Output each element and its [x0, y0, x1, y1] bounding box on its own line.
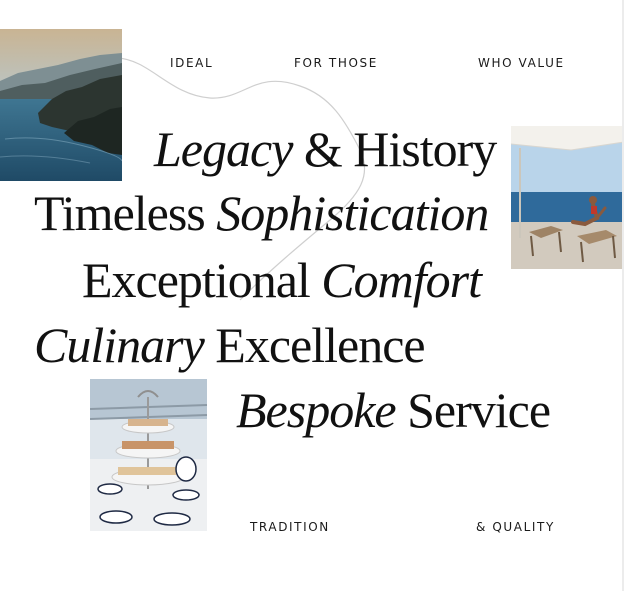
coastline-cliffs-image: [0, 29, 122, 181]
value-plain-word: Exceptional: [82, 252, 311, 308]
value-line-bespoke-service: Bespoke Service: [236, 382, 551, 438]
value-plain-word: Service: [407, 382, 551, 438]
value-line-timeless-sophistication: Timeless Sophistication: [34, 185, 489, 241]
label-who-value: WHO VALUE: [478, 56, 565, 70]
label-ideal: IDEAL: [170, 56, 214, 70]
label-quality: & QUALITY: [476, 520, 555, 534]
afternoon-tea-image: [90, 379, 207, 531]
value-line-exceptional-comfort: Exceptional Comfort: [82, 252, 482, 308]
value-plain-word: Excellence: [215, 317, 425, 373]
value-italic-word: Culinary: [34, 317, 205, 373]
label-tradition: TRADITION: [250, 520, 330, 534]
value-italic-word: Sophistication: [216, 185, 489, 241]
value-plain-word: & History: [303, 121, 497, 177]
value-plain-word: Timeless: [34, 185, 206, 241]
label-for-those: FOR THOSE: [294, 56, 378, 70]
value-italic-word: Comfort: [321, 252, 482, 308]
value-line-legacy-history: Legacy & History: [154, 121, 497, 177]
value-italic-word: Legacy: [154, 121, 293, 177]
poolside-lounge-image: [511, 126, 624, 269]
value-line-culinary-excellence: Culinary Excellence: [34, 317, 426, 373]
value-italic-word: Bespoke: [236, 382, 397, 438]
